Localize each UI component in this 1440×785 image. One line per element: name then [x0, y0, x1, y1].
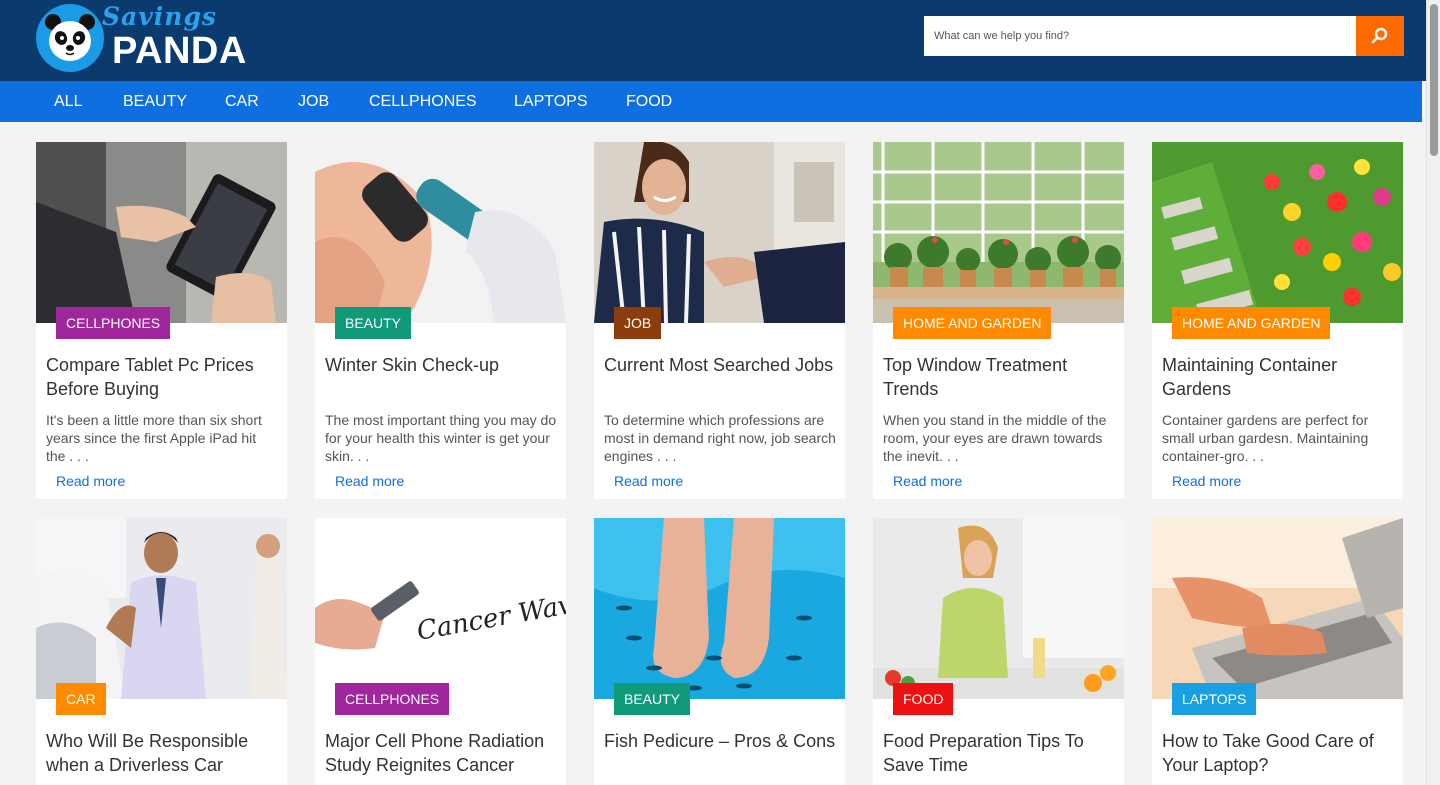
article-card[interactable]: CELLPHONES Compare Tablet Pc Prices Befo…	[36, 142, 287, 499]
category-badge[interactable]: CAR	[56, 683, 106, 715]
category-badge[interactable]: CELLPHONES	[56, 307, 171, 339]
read-more-link[interactable]: Read more	[335, 473, 404, 489]
card-image-tablet[interactable]	[36, 142, 287, 323]
site-header: Savings PANDA	[0, 0, 1426, 81]
card-image-laptop[interactable]	[1152, 518, 1403, 699]
card-excerpt: When you stand in the middle of the room…	[883, 412, 1107, 464]
card-title[interactable]: Current Most Searched Jobs	[604, 353, 836, 377]
card-excerpt: Container gardens are perfect for small …	[1162, 412, 1369, 464]
card-title[interactable]: Winter Skin Check-up	[325, 353, 557, 377]
card-title[interactable]: Top Window Treatment Trends	[883, 353, 1115, 401]
category-badge[interactable]: JOB	[614, 307, 662, 339]
category-badge[interactable]: HOME AND GARDEN	[893, 307, 1052, 339]
card-image-window-plants[interactable]	[873, 142, 1124, 323]
article-card[interactable]: BEAUTY Fish Pedicure – Pros & Cons	[594, 518, 845, 785]
article-card[interactable]: Cancer Waves CELLPHONES Major Cell Phone…	[315, 518, 566, 785]
card-image-skin[interactable]	[315, 142, 566, 323]
scrollbar-thumb[interactable]	[1430, 4, 1438, 156]
nav-item-cellphones[interactable]: CELLPHONES	[369, 93, 477, 111]
card-title[interactable]: Major Cell Phone Radiation Study Reignit…	[325, 729, 557, 777]
card-excerpt: To determine which professions are most …	[604, 412, 836, 464]
nav-item-food[interactable]: FOOD	[626, 93, 672, 111]
article-card[interactable]: HOME AND GARDEN Maintaining Container Ga…	[1152, 142, 1403, 499]
category-badge[interactable]: BEAUTY	[335, 307, 412, 339]
search-input[interactable]	[924, 16, 1356, 56]
article-card[interactable]: BEAUTY Winter Skin Check-up The most imp…	[315, 142, 566, 499]
panda-icon	[45, 14, 95, 61]
card-title[interactable]: Fish Pedicure – Pros & Cons	[604, 729, 836, 753]
category-badge[interactable]: CELLPHONES	[335, 683, 450, 715]
category-badge[interactable]: FOOD	[893, 683, 954, 715]
card-image-fish-pedicure[interactable]	[594, 518, 845, 699]
article-card[interactable]: LAPTOPS How to Take Good Care of Your La…	[1152, 518, 1403, 785]
article-card[interactable]: FOOD Food Preparation Tips To Save Time	[873, 518, 1124, 785]
card-title[interactable]: Who Will Be Responsible when a Driverles…	[46, 729, 278, 777]
search-button[interactable]	[1356, 16, 1404, 56]
nav-item-car[interactable]: CAR	[225, 93, 259, 111]
card-image-cancer-waves[interactable]: Cancer Waves	[315, 518, 566, 699]
logo-panda-text: PANDA	[112, 30, 247, 72]
card-image-handshake[interactable]	[594, 142, 845, 323]
card-image-kitchen[interactable]	[873, 518, 1124, 699]
nav-item-job[interactable]: JOB	[298, 93, 329, 111]
card-image-car-dealer[interactable]	[36, 518, 287, 699]
category-nav: ALL BEAUTY CAR JOB CELLPHONES LAPTOPS FO…	[0, 81, 1422, 122]
card-excerpt: It's been a little more than six short y…	[46, 412, 262, 464]
article-card[interactable]: HOME AND GARDEN Top Window Treatment Tre…	[873, 142, 1124, 499]
card-excerpt: The most important thing you may do for …	[325, 412, 557, 464]
category-badge[interactable]: BEAUTY	[614, 683, 691, 715]
read-more-link[interactable]: Read more	[1172, 473, 1241, 489]
read-more-link[interactable]: Read more	[893, 473, 962, 489]
card-image-flower-garden[interactable]	[1152, 142, 1403, 323]
card-title[interactable]: Food Preparation Tips To Save Time	[883, 729, 1115, 777]
page-scrollbar[interactable]	[1426, 0, 1440, 785]
article-card[interactable]: CAR Who Will Be Responsible when a Drive…	[36, 518, 287, 785]
read-more-link[interactable]: Read more	[614, 473, 683, 489]
search-icon	[1371, 27, 1388, 44]
site-logo[interactable]: Savings PANDA	[36, 2, 266, 76]
nav-item-laptops[interactable]: LAPTOPS	[514, 93, 588, 111]
nav-item-all[interactable]: ALL	[54, 93, 82, 111]
category-badge[interactable]: HOME AND GARDEN	[1172, 307, 1331, 339]
read-more-link[interactable]: Read more	[56, 473, 125, 489]
card-title[interactable]: How to Take Good Care of Your Laptop?	[1162, 729, 1394, 777]
category-badge[interactable]: LAPTOPS	[1172, 683, 1257, 715]
logo-savings-text: Savings	[102, 2, 218, 31]
card-title[interactable]: Compare Tablet Pc Prices Before Buying	[46, 353, 278, 401]
nav-item-beauty[interactable]: BEAUTY	[123, 93, 187, 111]
article-card[interactable]: JOB Current Most Searched Jobs To determ…	[594, 142, 845, 499]
card-title[interactable]: Maintaining Container Gardens	[1162, 353, 1394, 401]
